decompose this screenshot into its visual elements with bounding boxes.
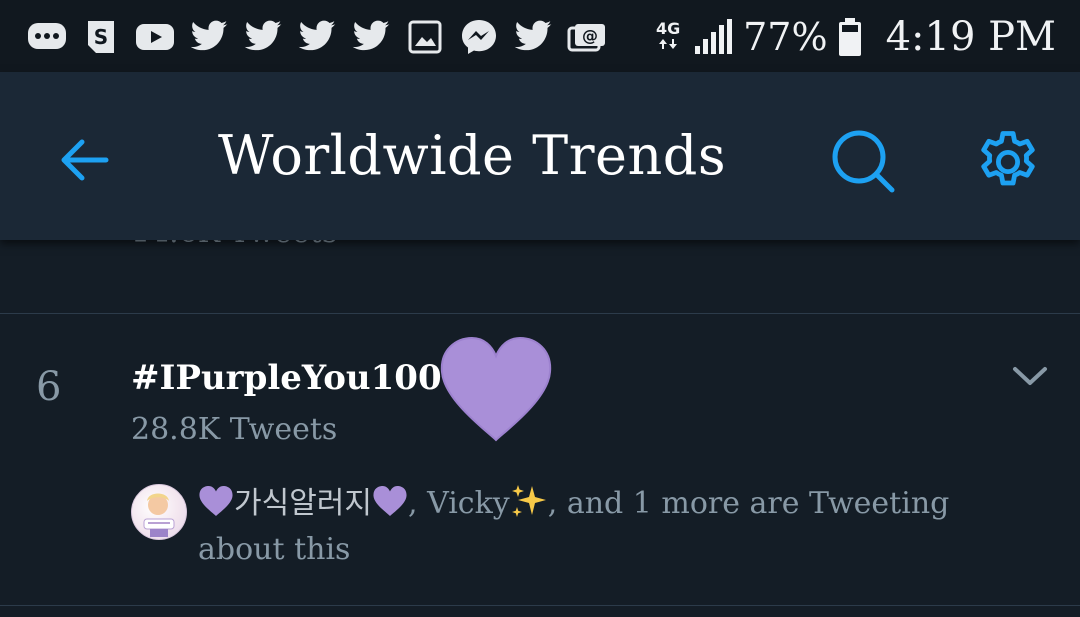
gallery-icon <box>402 14 448 60</box>
svg-text:S: S <box>94 25 108 49</box>
twitter-icon <box>510 14 556 60</box>
sparkles-icon <box>511 485 546 517</box>
messenger-icon <box>456 14 502 60</box>
status-bar: S @ 4G 77% 4:19 PM <box>0 0 1080 72</box>
twitter-icon <box>348 14 394 60</box>
twitter-icon <box>294 14 340 60</box>
youtube-icon <box>132 14 178 60</box>
tweet-count: 14.6K Tweets <box>131 240 337 250</box>
tweet-count: 28.8K Tweets <box>131 412 338 447</box>
search-icon[interactable] <box>828 126 898 196</box>
avatar[interactable] <box>131 484 187 540</box>
battery-percentage: 77% <box>743 15 828 59</box>
trend-context: 가식알러지, Vicky , and 1 more are Tweeting a… <box>198 481 1038 573</box>
battery-icon <box>838 18 861 56</box>
trend-rank: 6 <box>36 364 62 410</box>
twitter-icon <box>240 14 286 60</box>
trend-row[interactable]: 6 #IPurpleYou1000 28.8K Tweets 가식알러지, Vi… <box>0 314 1080 606</box>
context-user-2[interactable]: Vicky <box>427 486 510 521</box>
email-icon: @ <box>564 14 610 60</box>
notification-icons: S @ <box>24 14 610 60</box>
twitter-icon <box>186 14 232 60</box>
clock: 4:19 PM <box>885 14 1056 60</box>
page-title: Worldwide Trends <box>218 124 727 187</box>
data-arrows-icon <box>659 39 678 49</box>
status-right: 4G 77% 4:19 PM <box>653 10 1056 64</box>
purple-heart-icon <box>440 336 552 442</box>
purple-heart-icon <box>199 486 233 516</box>
trend-hashtag[interactable]: #IPurpleYou1000 <box>131 358 465 398</box>
samsung-s-icon: S <box>78 14 124 60</box>
svg-text:@: @ <box>582 26 598 45</box>
network-label: 4G <box>655 19 681 38</box>
signal-bars-icon <box>695 19 733 54</box>
context-user-1[interactable]: 가식알러지 <box>234 486 372 521</box>
network-type: 4G <box>653 21 683 53</box>
back-arrow-icon[interactable] <box>52 128 116 192</box>
trend-row-partial[interactable]: 14.6K Tweets <box>0 240 1080 314</box>
app-bar: Worldwide Trends <box>0 72 1080 240</box>
settings-gear-icon[interactable] <box>972 126 1044 198</box>
context-separator: , <box>408 486 428 521</box>
messages-icon <box>24 14 70 60</box>
purple-heart-icon <box>373 486 407 516</box>
chevron-down-icon[interactable] <box>1010 364 1050 390</box>
